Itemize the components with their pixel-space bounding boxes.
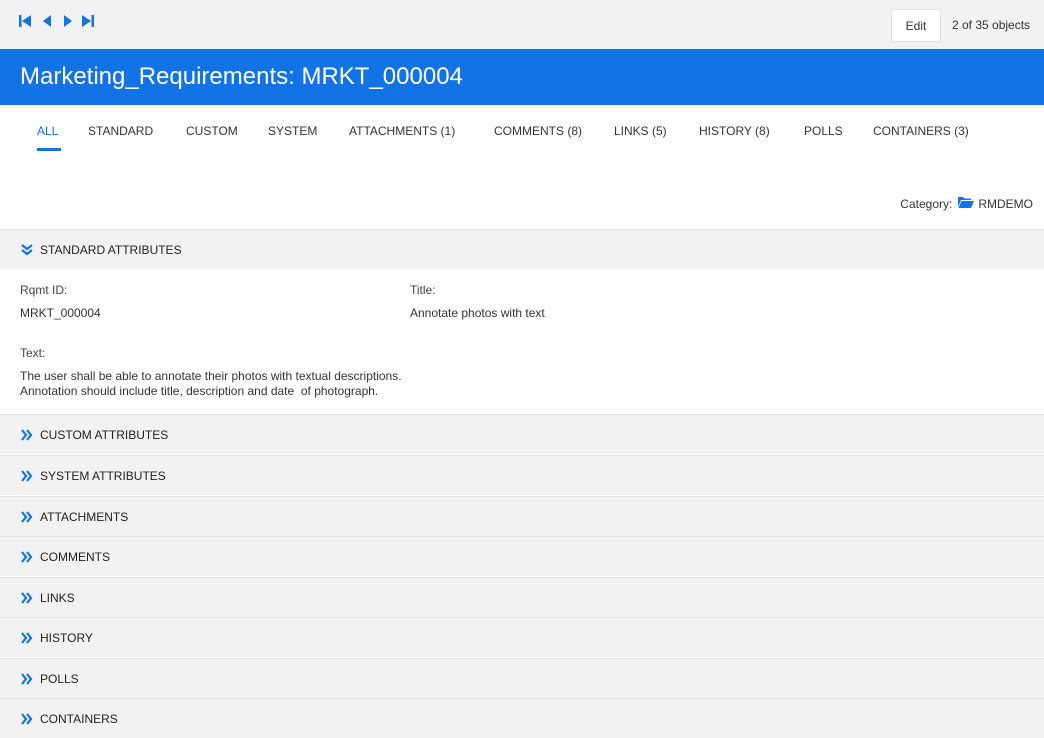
chevron-right-icon — [20, 428, 34, 442]
tab-containers[interactable]: CONTAINERS (3) — [873, 124, 969, 138]
chevron-right-icon — [20, 631, 34, 645]
section-polls[interactable]: POLLS — [0, 658, 1044, 698]
last-icon[interactable] — [81, 13, 95, 29]
tab-links[interactable]: LINKS (5) — [614, 124, 667, 138]
section-label: SYSTEM ATTRIBUTES — [40, 468, 166, 483]
section-containers[interactable]: CONTAINERS — [0, 698, 1044, 738]
tab-comments[interactable]: COMMENTS (8) — [494, 124, 582, 138]
tab-all[interactable]: ALL — [37, 124, 58, 138]
section-custom-attributes[interactable]: CUSTOM ATTRIBUTES — [0, 414, 1044, 454]
section-label: CUSTOM ATTRIBUTES — [40, 427, 169, 442]
section-label: HISTORY — [40, 630, 93, 645]
chevron-down-icon — [20, 243, 34, 257]
category-value[interactable]: RMDEMO — [978, 197, 1033, 211]
title-label: Title: — [410, 283, 436, 297]
chevron-right-icon — [20, 591, 34, 605]
first-icon[interactable] — [18, 13, 32, 29]
title-value: Annotate photos with text — [410, 306, 545, 320]
edit-button[interactable]: Edit — [891, 9, 941, 42]
page-title: Marketing_Requirements: MRKT_000004 — [20, 63, 463, 90]
active-tab-indicator — [37, 148, 61, 151]
tab-custom[interactable]: CUSTOM — [186, 124, 238, 138]
tab-system[interactable]: SYSTEM — [268, 124, 317, 138]
section-comments[interactable]: COMMENTS — [0, 536, 1044, 576]
category: Category: RMDEMO — [900, 196, 1033, 211]
section-attachments[interactable]: ATTACHMENTS — [0, 496, 1044, 536]
rqmt-id-value: MRKT_000004 — [20, 306, 101, 320]
section-system-attributes[interactable]: SYSTEM ATTRIBUTES — [0, 455, 1044, 495]
section-label: POLLS — [40, 671, 79, 686]
object-count: 2 of 35 objects — [952, 18, 1031, 32]
chevron-right-icon — [20, 469, 34, 483]
rqmt-id-label: Rqmt ID: — [20, 283, 68, 297]
section-links[interactable]: LINKS — [0, 577, 1044, 617]
chevron-right-icon — [20, 672, 34, 686]
title-bar: Marketing_Requirements: MRKT_000004 — [0, 49, 1044, 105]
tab-attachments[interactable]: ATTACHMENTS (1) — [349, 124, 455, 138]
tab-standard[interactable]: STANDARD — [88, 124, 153, 138]
top-toolbar: Edit 2 of 35 objects — [0, 0, 1044, 49]
chevron-right-icon — [20, 550, 34, 564]
previous-icon[interactable] — [40, 13, 54, 29]
text-label: Text: — [20, 346, 46, 360]
next-icon[interactable] — [61, 13, 75, 29]
section-label: ATTACHMENTS — [40, 509, 129, 524]
section-standard-attributes[interactable]: STANDARD ATTRIBUTES — [0, 229, 1044, 269]
section-label: STANDARD ATTRIBUTES — [40, 242, 182, 257]
tab-polls[interactable]: POLLS — [804, 124, 843, 138]
section-label: COMMENTS — [40, 549, 110, 564]
category-label: Category: — [900, 196, 953, 211]
text-line: Annotation should include title, descrip… — [20, 384, 379, 398]
chevron-right-icon — [20, 712, 34, 726]
text-value: The user shall be able to annotate their… — [20, 369, 402, 399]
section-label: CONTAINERS — [40, 711, 118, 726]
chevron-right-icon — [20, 510, 34, 524]
section-history[interactable]: HISTORY — [0, 617, 1044, 657]
tab-history[interactable]: HISTORY (8) — [699, 124, 770, 138]
section-label: LINKS — [40, 590, 75, 605]
folder-open-icon — [958, 196, 975, 211]
text-line: The user shall be able to annotate their… — [20, 369, 402, 383]
